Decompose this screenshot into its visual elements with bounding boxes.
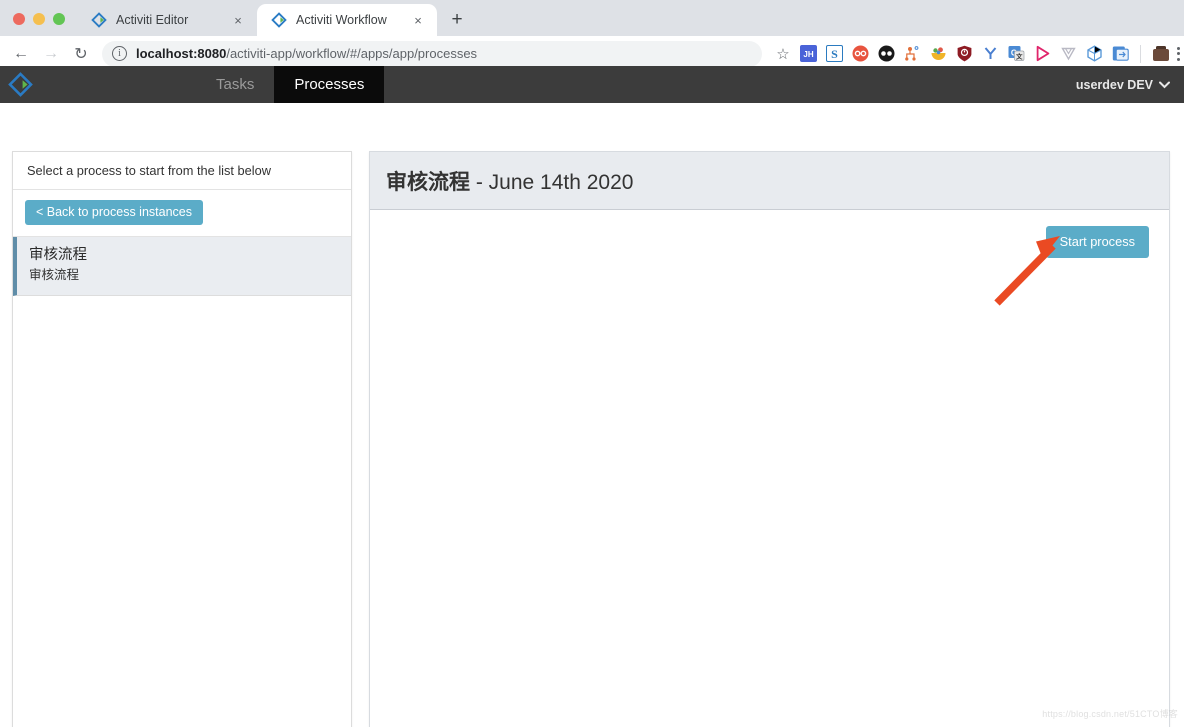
browser-tab-activiti-workflow[interactable]: Activiti Workflow × (257, 4, 437, 36)
process-definition-panel: Select a process to start from the list … (12, 151, 352, 727)
infinity-extension-icon[interactable] (848, 42, 872, 66)
app-nav-tabs: Tasks Processes (196, 66, 385, 111)
page-title: 审核流程 - June 14th 2020 (386, 166, 633, 196)
back-to-process-instances-button[interactable]: < Back to process instances (25, 200, 203, 225)
v-extension-icon[interactable] (1056, 42, 1080, 66)
process-name: 审核流程 (29, 247, 87, 263)
url-text: localhost:8080/activiti-app/workflow/#/a… (136, 46, 477, 61)
panel-header: 审核流程 - June 14th 2020 (370, 152, 1169, 210)
save-page-extension-icon[interactable] (1108, 42, 1132, 66)
forward-icon[interactable]: → (36, 39, 66, 69)
browser-menu-icon[interactable] (1177, 42, 1180, 66)
activiti-app: Tasks Processes userdev DEV Select a pro… (0, 66, 1184, 727)
browser-extensions: JH S G文 (796, 42, 1173, 66)
list-item[interactable]: 审核流程 审核流程 (13, 237, 351, 297)
user-menu[interactable]: userdev DEV (1076, 66, 1184, 103)
activiti-diamond-icon (271, 12, 287, 28)
sitemap-extension-icon[interactable] (900, 42, 924, 66)
panel-body: Start process (370, 210, 1169, 727)
close-tab-icon[interactable]: × (229, 11, 247, 29)
tab-processes[interactable]: Processes (274, 66, 385, 111)
svg-text:JH: JH (803, 50, 813, 59)
url-host: localhost:8080 (136, 46, 227, 61)
play-extension-icon[interactable] (1030, 42, 1054, 66)
browser-tab-title: Activiti Workflow (296, 13, 387, 27)
browser-tab-strip: Activiti Editor × Activiti Workflow × + (0, 0, 1184, 36)
profile-avatar-icon[interactable] (1149, 42, 1173, 66)
panel-actions: < Back to process instances (13, 190, 351, 237)
address-bar[interactable]: i localhost:8080/activiti-app/workflow/#… (102, 40, 762, 67)
window-traffic-lights (0, 13, 77, 36)
activiti-diamond-icon (91, 12, 107, 28)
bookmark-star-icon[interactable]: ☆ (770, 41, 796, 67)
minimize-window-button[interactable] (33, 13, 45, 25)
panel-heading: Select a process to start from the list … (13, 152, 351, 190)
page-title-name: 审核流程 (386, 170, 470, 194)
back-icon[interactable]: ← (6, 39, 36, 69)
bowl-extension-icon[interactable] (926, 42, 950, 66)
toolbar-divider (1140, 44, 1141, 63)
watermark: https://blog.csdn.net/51CTO博客 (1042, 709, 1178, 719)
process-definition-list: 审核流程 审核流程 (13, 237, 351, 297)
browser-window: Activiti Editor × Activiti Workflow × + … (0, 0, 1184, 727)
y-extension-icon[interactable] (978, 42, 1002, 66)
page-title-separator: - (470, 170, 489, 194)
svg-text:文: 文 (1014, 52, 1022, 61)
browser-tab-title: Activiti Editor (116, 13, 189, 27)
close-tab-icon[interactable]: × (409, 11, 427, 29)
user-name-label: userdev DEV (1075, 77, 1153, 92)
browser-tab-activiti-editor[interactable]: Activiti Editor × (77, 4, 257, 36)
maximize-window-button[interactable] (53, 13, 65, 25)
url-path: /activiti-app/workflow/#/apps/app/proces… (226, 46, 478, 61)
svg-text:S: S (831, 47, 838, 61)
app-workspace: Select a process to start from the list … (0, 103, 1184, 727)
s-extension-icon[interactable]: S (822, 42, 846, 66)
start-process-panel: 审核流程 - June 14th 2020 Start process (369, 151, 1170, 727)
start-process-button[interactable]: Start process (1045, 226, 1149, 258)
new-tab-button[interactable]: + (443, 5, 471, 33)
reload-icon[interactable]: ↻ (66, 39, 96, 69)
page-title-date: June 14th 2020 (488, 170, 634, 194)
glasses-extension-icon[interactable] (874, 42, 898, 66)
tab-tasks[interactable]: Tasks (196, 66, 274, 103)
translate-extension-icon[interactable]: G文 (1004, 42, 1028, 66)
box-extension-icon[interactable] (1082, 42, 1106, 66)
activiti-diamond-logo[interactable] (0, 66, 40, 103)
shield-extension-icon[interactable] (952, 42, 976, 66)
jupyterhub-extension-icon[interactable]: JH (796, 42, 820, 66)
close-window-button[interactable] (13, 13, 25, 25)
chevron-down-icon (1159, 78, 1170, 92)
app-header: Tasks Processes userdev DEV (0, 66, 1184, 111)
process-description: 审核流程 (29, 267, 80, 282)
site-info-icon[interactable]: i (112, 46, 127, 61)
